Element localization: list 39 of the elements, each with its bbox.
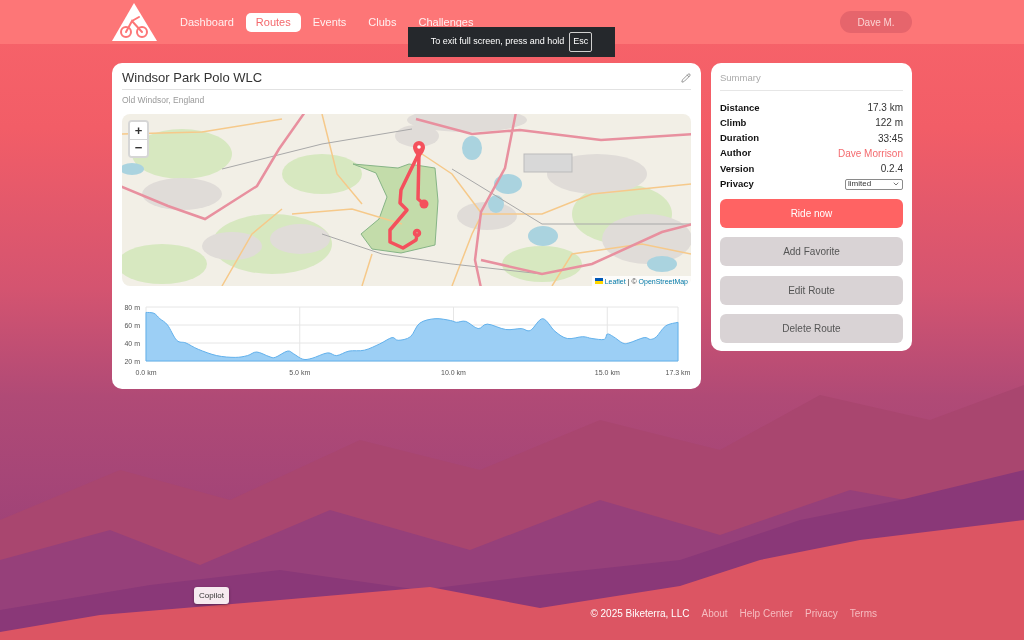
row-label: Version [720, 161, 755, 176]
row-label: Climb [720, 115, 747, 130]
row-label: Distance [720, 100, 760, 115]
nav-link[interactable]: Routes [245, 12, 301, 32]
logo-icon[interactable] [112, 3, 157, 41]
copilot-button[interactable]: Copilot [194, 587, 229, 604]
secondary-button[interactable]: Add Favorite [720, 237, 903, 267]
map-pin-icon [413, 141, 425, 159]
route-title: Windsor Park Polo WLC [122, 70, 263, 86]
row-label: Author [720, 146, 752, 161]
zoom-out-button[interactable]: − [130, 139, 147, 156]
row-value: 17.3 km [867, 101, 903, 116]
secondary-button[interactable]: Edit Route [720, 275, 903, 305]
end-marker-icon [419, 199, 429, 209]
summary-heading: Summary [720, 72, 903, 91]
primary-button[interactable]: Ride now [720, 198, 903, 228]
nav-link[interactable]: Events [302, 12, 357, 32]
privacy-select[interactable]: limited [845, 178, 903, 190]
nav-link[interactable]: Challenges [408, 12, 484, 32]
author-link[interactable]: Dave Morrison [837, 146, 903, 162]
row-value: 122 m [875, 116, 903, 131]
flag-icon [594, 278, 603, 284]
row-value: 33:45 [877, 131, 903, 146]
copyright-text: © 2025 Biketerra, LLC [590, 607, 690, 621]
row-value: 0.2.4 [880, 162, 903, 177]
footer-link[interactable]: Help Center [739, 606, 793, 621]
route-location: Old Windsor, England [122, 95, 206, 106]
nav-link[interactable]: Clubs [358, 12, 407, 32]
row-label: Duration [720, 131, 760, 146]
nav-link[interactable]: Dashboard [170, 12, 244, 32]
pencil-icon[interactable] [681, 73, 691, 83]
row-label: Privacy [720, 177, 754, 191]
footer-link[interactable]: Terms [849, 606, 877, 621]
secondary-button[interactable]: Delete Route [720, 314, 903, 344]
user-button[interactable]: Dave M. [840, 11, 912, 33]
footer-link[interactable]: About [701, 606, 728, 621]
key-hint: Esc [569, 32, 593, 52]
footer-link[interactable]: Privacy [804, 606, 838, 621]
toast-text: To exit full screen, press and hold [430, 35, 565, 49]
